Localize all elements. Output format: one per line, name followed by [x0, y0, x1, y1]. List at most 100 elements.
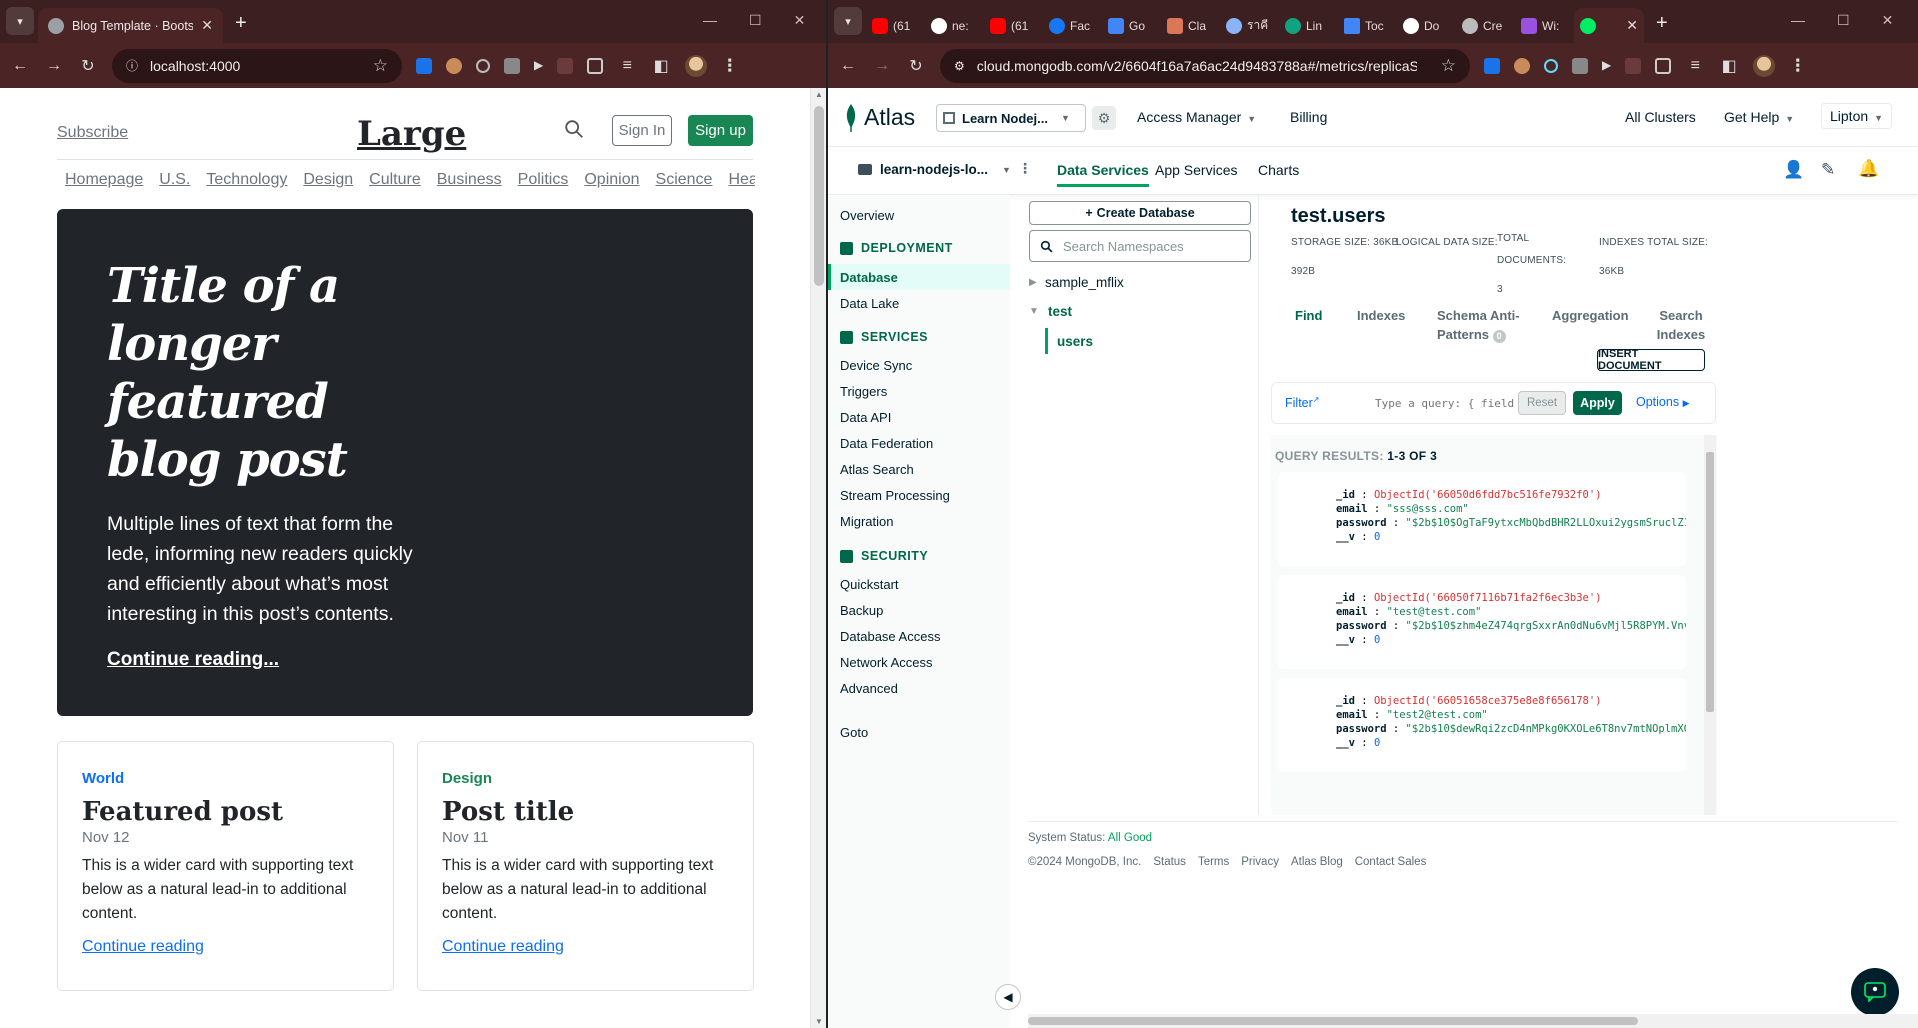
- react-devtools-icon[interactable]: [1544, 58, 1558, 73]
- close-tab-icon[interactable]: ✕: [201, 17, 213, 34]
- media-icon[interactable]: ≡: [617, 57, 637, 75]
- tab[interactable]: ราคี: [1220, 8, 1279, 43]
- blog-brand[interactable]: Large: [357, 114, 466, 154]
- namespace-search-input[interactable]: Search Namespaces: [1029, 230, 1251, 262]
- avatar[interactable]: [1753, 54, 1776, 77]
- extension-icon[interactable]: ▶: [1602, 58, 1611, 74]
- activity-feed-icon[interactable]: ✎: [1821, 160, 1835, 180]
- chevron-down-icon[interactable]: ▼: [1029, 306, 1039, 317]
- minimize-button[interactable]: —: [703, 12, 717, 29]
- options-toggle[interactable]: Options ▶: [1636, 395, 1690, 409]
- new-tab-button[interactable]: +: [235, 12, 247, 35]
- back-icon[interactable]: ←: [838, 57, 858, 75]
- footer-link-atlas-blog[interactable]: Atlas Blog: [1291, 856, 1343, 868]
- collapse-sidebar-button[interactable]: ◀: [995, 984, 1021, 1010]
- sign-up-button[interactable]: Sign up: [688, 115, 753, 146]
- tab-search-indexes[interactable]: Search Indexes: [1656, 306, 1706, 344]
- tab-mongodb-active[interactable]: ✕: [1574, 8, 1644, 43]
- all-clusters-link[interactable]: All Clusters: [1625, 109, 1696, 125]
- document-card[interactable]: _id : ObjectId('66050d6fdd7bc516fe7932f0…: [1278, 472, 1686, 566]
- sidebar-item-atlas-search[interactable]: Atlas Search: [840, 462, 914, 477]
- new-tab-button[interactable]: +: [1656, 12, 1668, 35]
- menu-dots-icon[interactable]: ⋮: [1789, 56, 1806, 76]
- tab-charts[interactable]: Charts: [1258, 162, 1299, 178]
- extension-icon[interactable]: [1625, 57, 1642, 74]
- tab-schema-anti-patterns[interactable]: Schema Anti-Patterns 0: [1437, 306, 1527, 344]
- nav-link[interactable]: Design: [303, 171, 353, 197]
- document-card[interactable]: _id : ObjectId('66050f7116b71fa2f6ec3b3e…: [1278, 575, 1686, 669]
- tab[interactable]: ne:: [925, 8, 984, 43]
- tree-database-sample-mflix[interactable]: sample_mflix: [1045, 275, 1124, 290]
- tab[interactable]: Fac: [1043, 8, 1102, 43]
- sidebar-item-data-lake[interactable]: Data Lake: [840, 296, 899, 311]
- card-continue-link[interactable]: Continue reading: [442, 938, 729, 956]
- chevron-right-icon[interactable]: ▶: [1029, 277, 1037, 288]
- tab-search-button[interactable]: ▾: [834, 7, 862, 35]
- nav-link[interactable]: Homepage: [65, 171, 143, 197]
- extension-icon[interactable]: [416, 57, 432, 74]
- tab-indexes[interactable]: Indexes: [1357, 306, 1405, 325]
- tab[interactable]: Cla: [1161, 8, 1220, 43]
- camera-icon[interactable]: [1572, 57, 1588, 74]
- gear-icon[interactable]: ⚙: [1092, 106, 1116, 130]
- tab[interactable]: (61: [866, 8, 925, 43]
- sidebar-item-advanced[interactable]: Advanced: [840, 681, 898, 696]
- sidebar-item-backup[interactable]: Backup: [840, 603, 883, 618]
- bookmark-star-icon[interactable]: ☆: [373, 56, 388, 76]
- chat-support-button[interactable]: [1851, 968, 1899, 1016]
- scrollbar-thumb[interactable]: [814, 106, 824, 286]
- organization-selector[interactable]: Learn Nodej... ▼: [936, 104, 1086, 132]
- tab[interactable]: Cre: [1456, 8, 1515, 43]
- tab-app-services[interactable]: App Services: [1155, 162, 1237, 178]
- nav-link[interactable]: Technology: [206, 171, 287, 197]
- sidebar-item-triggers[interactable]: Triggers: [840, 384, 887, 399]
- avatar[interactable]: [685, 54, 708, 77]
- sidebar-item-quickstart[interactable]: Quickstart: [840, 577, 899, 592]
- address-bar[interactable]: ⚙ cloud.mongodb.com/v2/6604f16a7a6ac24d9…: [940, 48, 1470, 83]
- sidebar-item-device-sync[interactable]: Device Sync: [840, 358, 912, 373]
- extension-icon[interactable]: ▶: [534, 58, 543, 74]
- continue-reading-link[interactable]: Continue reading...: [107, 649, 753, 671]
- react-devtools-icon[interactable]: [476, 58, 490, 73]
- user-menu[interactable]: Lipton ▼: [1821, 103, 1893, 129]
- sidebar-item-migration[interactable]: Migration: [840, 514, 893, 529]
- reload-icon[interactable]: ↻: [78, 56, 98, 76]
- minimize-button[interactable]: —: [1791, 12, 1805, 29]
- mongodb-leaf-icon[interactable]: [844, 104, 858, 132]
- puzzle-icon[interactable]: [587, 57, 604, 74]
- forward-icon[interactable]: →: [872, 57, 892, 75]
- reload-icon[interactable]: ↻: [906, 56, 926, 76]
- results-scrollbar[interactable]: [1704, 435, 1716, 815]
- tab[interactable]: (61: [984, 8, 1043, 43]
- subscribe-link[interactable]: Subscribe: [57, 124, 128, 142]
- sidebar-item-overview[interactable]: Overview: [840, 208, 894, 223]
- side-panel-icon[interactable]: ◧: [1719, 56, 1739, 76]
- tab-aggregation[interactable]: Aggregation: [1552, 306, 1629, 325]
- tab-search-button[interactable]: ▾: [6, 7, 34, 35]
- query-input[interactable]: [1375, 392, 1515, 414]
- close-tab-icon[interactable]: ✕: [1626, 17, 1638, 34]
- sidebar-item-data-api[interactable]: Data API: [840, 410, 891, 425]
- tab-data-services[interactable]: Data Services: [1057, 162, 1149, 187]
- card-continue-link[interactable]: Continue reading: [82, 938, 369, 956]
- page-scrollbar[interactable]: ▲ ▼: [810, 88, 826, 1028]
- project-selector[interactable]: learn-nodejs-lo... ▼: [858, 162, 1011, 177]
- media-icon[interactable]: ≡: [1685, 57, 1705, 75]
- footer-link-status[interactable]: Status: [1153, 856, 1186, 868]
- footer-link-terms[interactable]: Terms: [1198, 856, 1229, 868]
- maximize-button[interactable]: ☐: [749, 12, 762, 29]
- access-manager-menu[interactable]: Access Manager ▼: [1137, 109, 1256, 125]
- extension-icon[interactable]: [1514, 57, 1530, 74]
- document-card[interactable]: _id : ObjectId('66051658ce375e8e8f656178…: [1278, 678, 1686, 772]
- apply-button[interactable]: Apply: [1573, 391, 1622, 415]
- scrollbar-thumb[interactable]: [1028, 1017, 1638, 1025]
- get-help-menu[interactable]: Get Help ▼: [1724, 109, 1794, 125]
- sidebar-item-data-federation[interactable]: Data Federation: [840, 436, 933, 451]
- close-window-button[interactable]: ✕: [794, 12, 806, 29]
- footer-link-privacy[interactable]: Privacy: [1241, 856, 1279, 868]
- atlas-logo-text[interactable]: Atlas: [864, 104, 915, 131]
- back-icon[interactable]: ←: [10, 57, 30, 75]
- tree-database-test[interactable]: test: [1048, 304, 1072, 319]
- scroll-up-icon[interactable]: ▲: [815, 90, 823, 99]
- tab[interactable]: Toc: [1338, 8, 1397, 43]
